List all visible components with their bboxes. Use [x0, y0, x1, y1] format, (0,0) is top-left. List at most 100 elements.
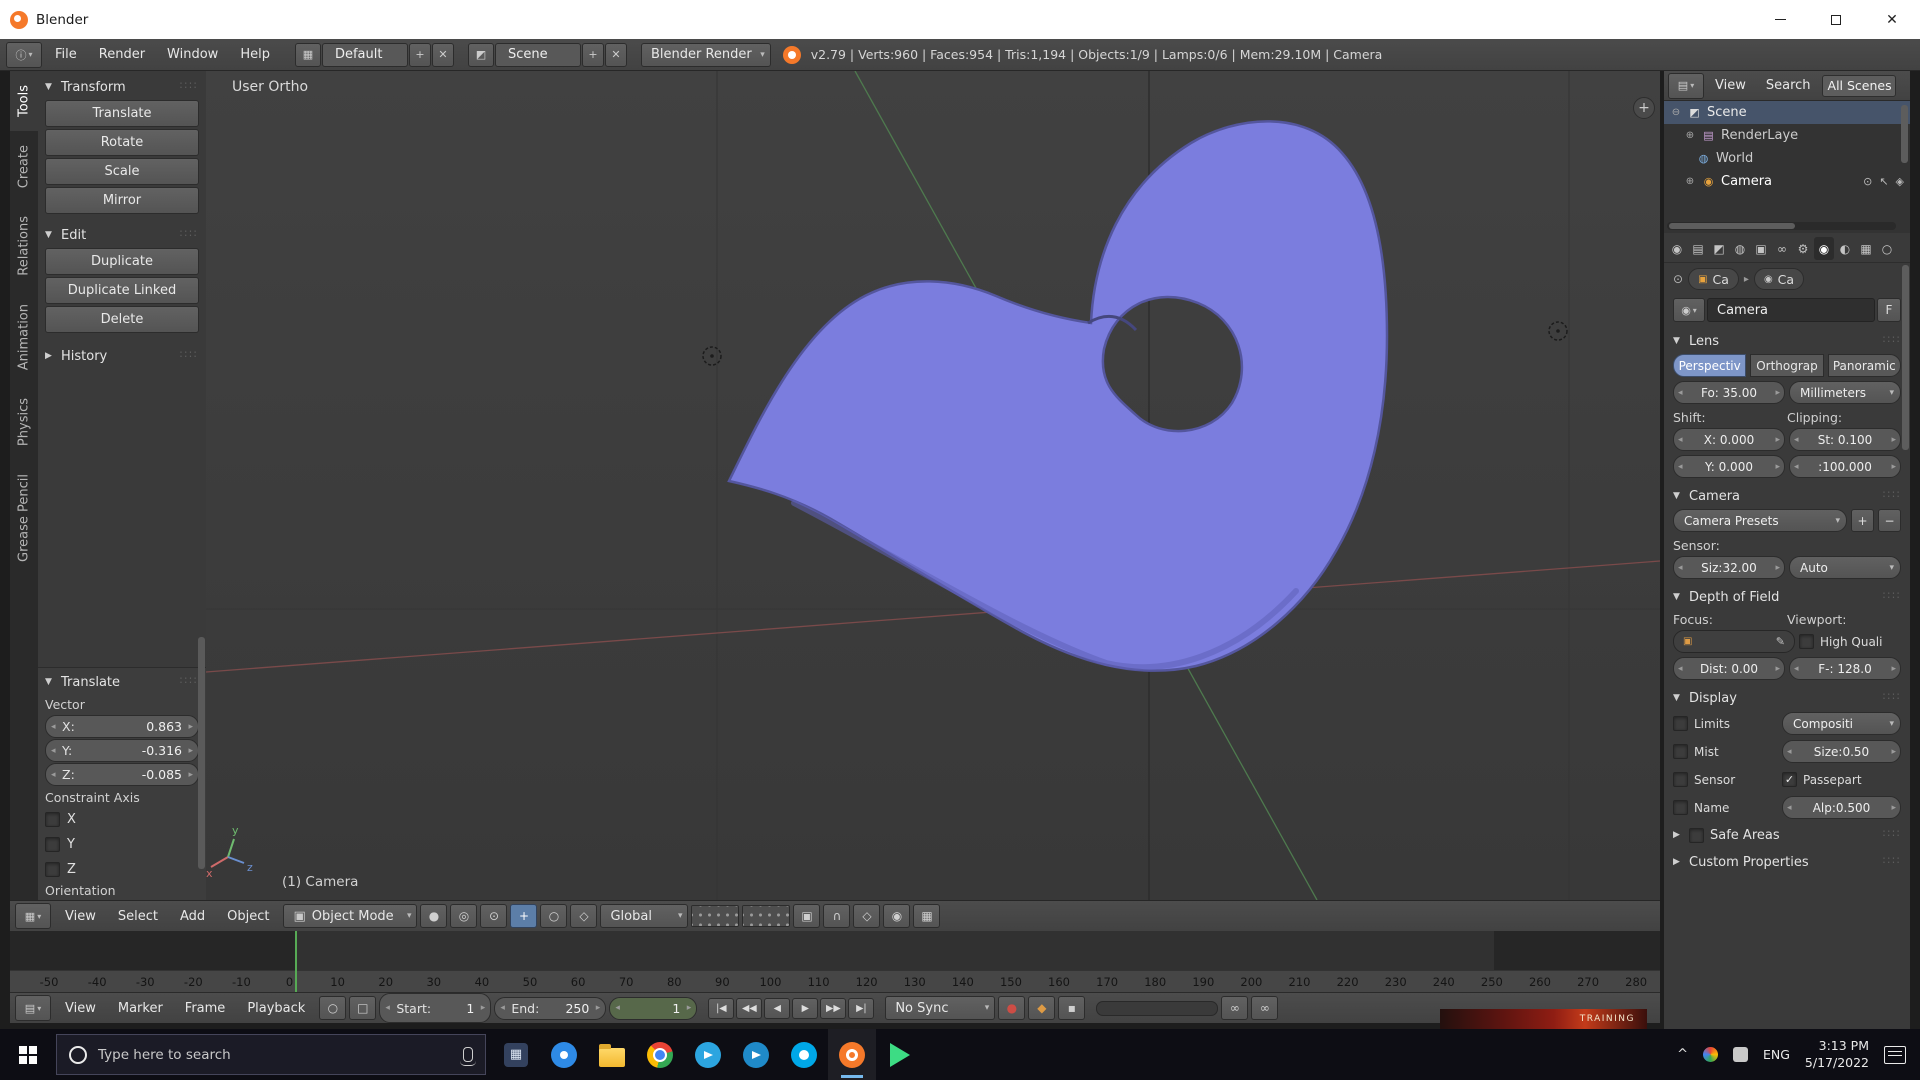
- properties-tab-icon[interactable]: ◍: [1730, 237, 1750, 260]
- tab-animation[interactable]: Animation: [10, 290, 38, 384]
- tab-physics[interactable]: Physics: [10, 384, 38, 460]
- maximize-button[interactable]: [1808, 0, 1864, 39]
- manipulator-scale-toggle[interactable]: [570, 904, 598, 928]
- opengl-render-button[interactable]: [883, 904, 911, 928]
- menu-item[interactable]: Window: [156, 39, 229, 70]
- safe-areas-checkbox[interactable]: [1689, 827, 1704, 843]
- properties-tab-icon[interactable]: ⚙: [1793, 237, 1813, 260]
- snap-element-dropdown[interactable]: [853, 904, 881, 928]
- action-center-icon[interactable]: [1884, 1045, 1906, 1064]
- editor-type-3dview-button[interactable]: [15, 903, 51, 929]
- add-preset-button[interactable]: +: [1851, 509, 1874, 532]
- taskbar-app-messenger[interactable]: [540, 1029, 588, 1080]
- tool-button[interactable]: Scale: [45, 158, 199, 185]
- minimize-button[interactable]: [1752, 0, 1808, 39]
- menu-item[interactable]: Render: [88, 39, 156, 70]
- perspective-toggle[interactable]: Perspectiv: [1673, 354, 1747, 377]
- tab-create[interactable]: Create: [10, 131, 38, 202]
- timeline-menu-item[interactable]: View: [54, 993, 107, 1023]
- frame-start-field[interactable]: Start: 1: [379, 993, 492, 1023]
- breadcrumb-object-chip[interactable]: ▣ Ca: [1688, 268, 1739, 290]
- pivot-align-toggle[interactable]: [480, 904, 508, 928]
- draw-size-field[interactable]: Size:0.50: [1782, 740, 1901, 763]
- shift-x-field[interactable]: X: 0.000: [1673, 428, 1785, 451]
- timeline-track[interactable]: [10, 931, 1660, 971]
- frame-end-field[interactable]: End: 250: [494, 996, 607, 1020]
- tab-tools[interactable]: Tools: [10, 71, 38, 132]
- screen-layout-browse-icon[interactable]: [294, 42, 321, 67]
- focal-length-field[interactable]: Fo: 35.00: [1673, 381, 1785, 404]
- taskbar-app-chrome[interactable]: [636, 1029, 684, 1080]
- timeline-ruler[interactable]: -50 -40 -30 -20 -10 0 10 20 30 40 50 60 70 80 90 100 110…: [10, 970, 1660, 992]
- mode-dropdown[interactable]: Object Mode: [283, 904, 418, 928]
- current-frame-field[interactable]: 1: [609, 996, 698, 1020]
- tool-button[interactable]: Duplicate: [45, 248, 199, 275]
- passepartout-alpha-field[interactable]: Alp:0.500: [1782, 796, 1901, 819]
- camera-panel-header[interactable]: ▼ Camera: [1673, 485, 1901, 507]
- tool-button[interactable]: Translate: [45, 100, 199, 127]
- vector-x-field[interactable]: X: 0.863: [45, 715, 199, 738]
- close-button[interactable]: [1864, 0, 1920, 39]
- delete-screen-layout-button[interactable]: [431, 42, 454, 67]
- tool-button[interactable]: Rotate: [45, 129, 199, 156]
- display-panel-header[interactable]: ▼ Display: [1673, 687, 1901, 709]
- dof-distance-field[interactable]: Dist: 0.00: [1673, 657, 1785, 680]
- keying-set-icon-button[interactable]: [1028, 996, 1056, 1020]
- insert-keyframe-button[interactable]: [1058, 996, 1086, 1020]
- editor-type-timeline-button[interactable]: [15, 995, 51, 1021]
- layers-widget-group-2[interactable]: [742, 905, 791, 927]
- properties-tab-icon[interactable]: ◉: [1814, 237, 1834, 260]
- sync-dropdown[interactable]: No Sync: [885, 996, 996, 1020]
- current-frame-cursor[interactable]: [295, 931, 297, 992]
- pin-icon[interactable]: ⊙: [1673, 272, 1683, 286]
- properties-tab-icon[interactable]: ◉: [1667, 237, 1687, 260]
- start-button[interactable]: [0, 1029, 56, 1080]
- panoramic-toggle[interactable]: Panoramic: [1827, 354, 1901, 377]
- outliner-hscroll-thumb[interactable]: [1669, 223, 1795, 229]
- timeline-menu-item[interactable]: Marker: [107, 993, 174, 1023]
- viewport-shading-dropdown[interactable]: [420, 904, 448, 928]
- orthographic-toggle[interactable]: Orthograp: [1750, 354, 1824, 377]
- camera-presets-dropdown[interactable]: Camera Presets: [1673, 509, 1847, 532]
- layers-widget-group-1[interactable]: [691, 905, 740, 927]
- outliner-hscroll-track[interactable]: [1667, 222, 1896, 230]
- renderability-icon[interactable]: ◈: [1896, 175, 1904, 188]
- properties-tab-icon[interactable]: ▣: [1751, 237, 1771, 260]
- delete-scene-button[interactable]: [604, 42, 627, 67]
- properties-tab-icon[interactable]: ○: [1877, 237, 1897, 260]
- sensor-size-field[interactable]: Siz:32.00: [1673, 556, 1785, 579]
- screen-layout-name[interactable]: Default: [321, 42, 408, 67]
- remove-preset-button[interactable]: −: [1878, 509, 1901, 532]
- vector-y-field[interactable]: Y: -0.316: [45, 739, 199, 762]
- scene-browse-icon[interactable]: [467, 42, 494, 67]
- taskbar-app-skype[interactable]: [780, 1029, 828, 1080]
- menu-item[interactable]: File: [44, 39, 88, 70]
- outliner-row-scene[interactable]: ⊖ ◩ Scene: [1664, 101, 1910, 124]
- opengl-render-anim-button[interactable]: [913, 904, 941, 928]
- active-keying-set-field[interactable]: [1096, 1000, 1219, 1016]
- outliner-view-menu[interactable]: View: [1706, 78, 1755, 93]
- outliner-row-renderlayers[interactable]: ⊕ ▤ RenderLaye: [1664, 124, 1910, 147]
- properties-tab-icon[interactable]: ▤: [1688, 237, 1708, 260]
- manipulator-translate-toggle[interactable]: [510, 904, 538, 928]
- visibility-eye-icon[interactable]: ⊙: [1863, 175, 1872, 188]
- viewport-menu-item[interactable]: Add: [169, 901, 216, 931]
- manipulator-rotate-toggle[interactable]: [540, 904, 568, 928]
- sensor-checkbox[interactable]: [1673, 772, 1688, 787]
- render-engine-dropdown[interactable]: Blender Render: [640, 42, 771, 67]
- properties-vscroll-thumb[interactable]: [1902, 265, 1909, 450]
- camera-datablock-name-field[interactable]: Camera: [1707, 298, 1875, 322]
- viewport-canvas[interactable]: x y z: [206, 71, 1660, 900]
- constraint-y-checkbox[interactable]: [45, 837, 60, 852]
- shift-y-field[interactable]: Y: 0.000: [1673, 455, 1785, 478]
- lens-unit-dropdown[interactable]: Millimeters: [1789, 381, 1901, 404]
- editor-type-outliner-button[interactable]: [1668, 72, 1704, 99]
- pivot-point-dropdown[interactable]: [450, 904, 478, 928]
- eyedropper-icon[interactable]: ✎: [1776, 635, 1785, 648]
- focus-object-picker[interactable]: ▣ ✎: [1673, 630, 1795, 653]
- constraint-x-checkbox[interactable]: [45, 812, 60, 827]
- transport-button[interactable]: ▶|: [848, 997, 875, 1019]
- outliner-row-camera[interactable]: ⊕ ◉ Camera ⊙ ↖ ◈: [1664, 170, 1910, 193]
- language-indicator[interactable]: ENG: [1763, 1047, 1790, 1062]
- operator-panel-header[interactable]: ▼ Translate: [45, 670, 199, 694]
